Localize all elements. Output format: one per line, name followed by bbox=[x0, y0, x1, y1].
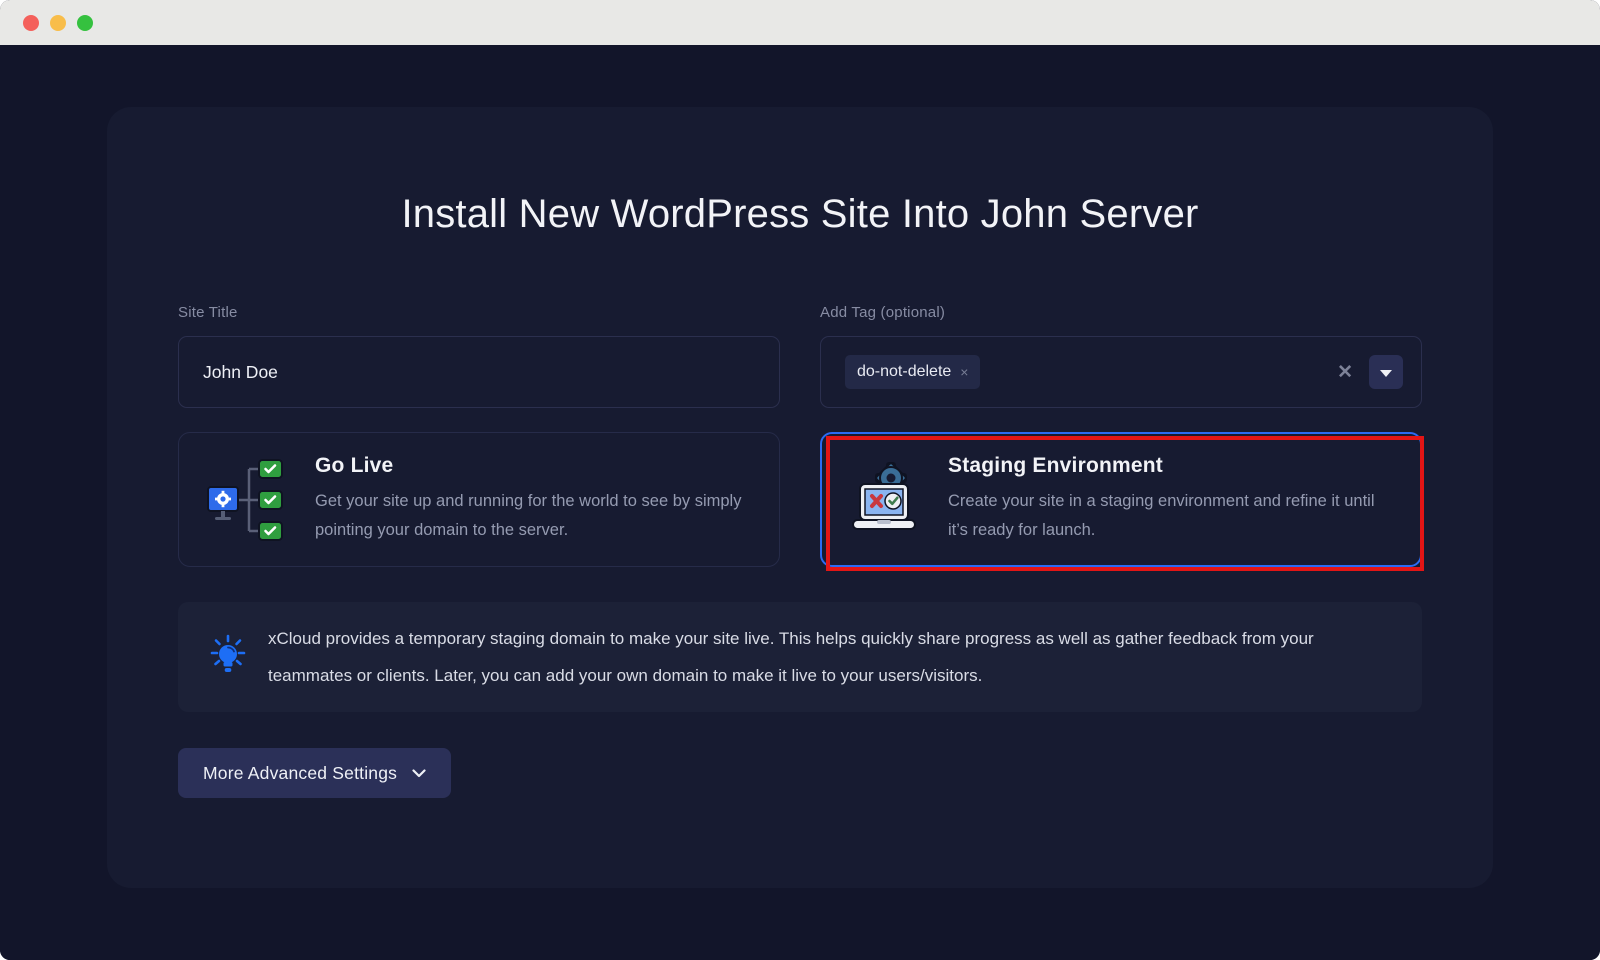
minimize-window-button[interactable] bbox=[50, 15, 66, 31]
site-title-value: John Doe bbox=[203, 362, 278, 383]
add-tag-label: Add Tag (optional) bbox=[820, 303, 1422, 323]
add-tag-input[interactable]: do-not-delete × ✕ bbox=[820, 336, 1422, 408]
remove-tag-icon[interactable]: × bbox=[960, 364, 968, 380]
lightbulb-icon bbox=[208, 632, 248, 683]
app-background: Install New WordPress Site Into John Ser… bbox=[0, 45, 1600, 960]
more-advanced-settings-label: More Advanced Settings bbox=[203, 763, 397, 784]
site-title-field-group: Site Title John Doe bbox=[178, 303, 780, 408]
close-window-button[interactable] bbox=[23, 15, 39, 31]
staging-info-note: xCloud provides a temporary staging doma… bbox=[178, 602, 1422, 712]
tag-chip-text: do-not-delete bbox=[857, 363, 951, 381]
more-advanced-settings-button[interactable]: More Advanced Settings bbox=[178, 748, 451, 798]
zoom-window-button[interactable] bbox=[77, 15, 93, 31]
staging-info-text: xCloud provides a temporary staging doma… bbox=[268, 620, 1378, 694]
chevron-down-icon bbox=[1380, 370, 1392, 377]
option-card-go-live[interactable]: Go Live Get your site up and running for… bbox=[178, 432, 780, 567]
go-live-description: Get your site up and running for the wor… bbox=[315, 487, 751, 545]
site-title-input[interactable]: John Doe bbox=[178, 336, 780, 408]
clear-tags-icon[interactable]: ✕ bbox=[1337, 363, 1353, 382]
chevron-down-icon bbox=[412, 769, 426, 778]
tag-dropdown-button[interactable] bbox=[1369, 355, 1403, 389]
site-title-label: Site Title bbox=[178, 303, 780, 323]
staging-environment-description: Create your site in a staging environmen… bbox=[948, 487, 1388, 545]
add-tag-field-group: Add Tag (optional) do-not-delete × ✕ bbox=[820, 303, 1422, 408]
option-card-staging-environment[interactable]: Staging Environment Create your site in … bbox=[820, 432, 1422, 567]
go-live-icon bbox=[207, 456, 291, 544]
page-title: Install New WordPress Site Into John Ser… bbox=[178, 107, 1422, 238]
go-live-title: Go Live bbox=[315, 454, 751, 478]
window-titlebar bbox=[0, 0, 1600, 45]
staging-environment-title: Staging Environment bbox=[948, 454, 1388, 478]
app-window: Install New WordPress Site Into John Ser… bbox=[0, 0, 1600, 960]
tag-chip: do-not-delete × bbox=[845, 355, 980, 389]
staging-environment-icon bbox=[850, 462, 924, 538]
install-site-panel: Install New WordPress Site Into John Ser… bbox=[107, 107, 1493, 888]
